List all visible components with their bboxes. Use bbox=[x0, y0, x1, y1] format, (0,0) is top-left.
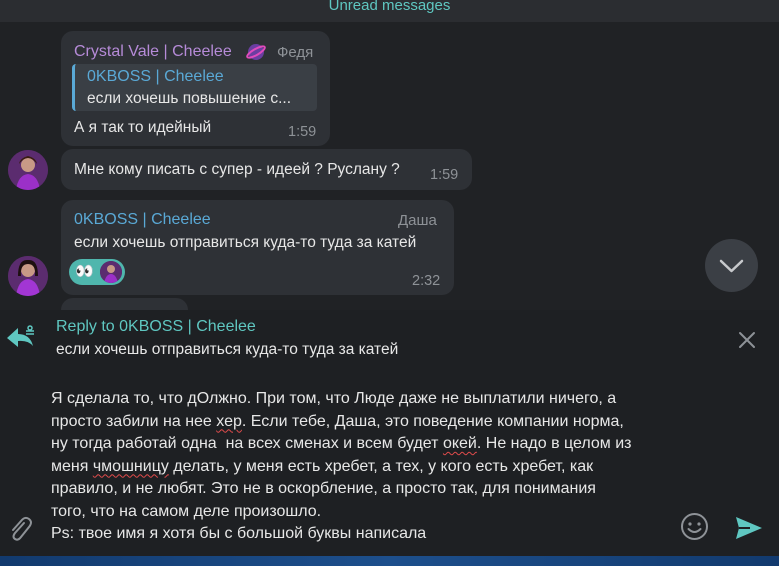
misspelled-word: хер bbox=[216, 412, 242, 430]
planet-emoji-icon bbox=[246, 44, 266, 60]
send-icon[interactable] bbox=[734, 515, 764, 541]
misspelled-word: чмошницу bbox=[92, 457, 169, 475]
close-icon[interactable] bbox=[736, 329, 758, 351]
draft-text: . Если тебе, Даша, это поведение компани… bbox=[241, 412, 624, 430]
attach-icon[interactable] bbox=[7, 514, 33, 544]
scroll-down-button[interactable] bbox=[705, 239, 758, 292]
os-taskbar bbox=[0, 556, 779, 566]
eyes-emoji-icon: 👀 bbox=[75, 263, 94, 280]
misspelled-word: окей bbox=[442, 435, 477, 452]
chevron-down-icon bbox=[719, 259, 744, 273]
draft-text: меня bbox=[51, 457, 93, 475]
avatar[interactable] bbox=[8, 150, 48, 190]
reply-to-label: Reply to 0KBOSS | Cheelee bbox=[56, 318, 256, 335]
quoted-message[interactable]: 0KBOSS | Cheelee если хочешь повышение с… bbox=[72, 64, 317, 111]
draft-text: . Не надо в целом из bbox=[476, 435, 632, 452]
draft-line: просто забили на нее хер. Если тебе, Даш… bbox=[51, 411, 671, 434]
member-rank: Даша bbox=[398, 212, 437, 229]
member-rank: Федя bbox=[277, 44, 314, 61]
quoted-sender: 0KBOSS | Cheelee bbox=[87, 68, 224, 85]
message-time: 1:59 bbox=[430, 167, 459, 183]
message-time: 2:32 bbox=[412, 273, 441, 289]
message-text: А я так то идейный bbox=[74, 119, 212, 136]
message-text: Мне кому писать с супер - идеей ? Руслан… bbox=[74, 161, 400, 178]
message-bubble[interactable]: Мне кому писать с супер - идеей ? Руслан… bbox=[61, 149, 472, 190]
chat-area: Unread messages Crystal Vale | Cheelee Ф… bbox=[0, 0, 779, 310]
reply-arrow-icon bbox=[7, 325, 34, 347]
avatar[interactable] bbox=[8, 256, 48, 296]
sender-name[interactable]: 0KBOSS | Cheelee bbox=[74, 211, 211, 229]
draft-line: Ps: твое имя я хотя бы с большой буквы н… bbox=[51, 525, 427, 542]
message-text: если хочешь отправиться куда-то туда за … bbox=[74, 234, 417, 251]
quoted-text: если хочешь повышение с... bbox=[87, 90, 292, 107]
draft-line: Я сделала то, что дОлжно. При том, что Л… bbox=[51, 390, 617, 407]
draft-text: просто забили на нее bbox=[51, 412, 217, 430]
emoji-icon[interactable] bbox=[680, 512, 709, 541]
draft-line: правило, и не любят. Это не в оскорблени… bbox=[51, 480, 596, 497]
message-bubble[interactable]: Crystal Vale | Cheelee Федя 0KBOSS | Che… bbox=[61, 31, 330, 146]
message-bubble[interactable] bbox=[61, 298, 188, 310]
reactor-avatar bbox=[100, 261, 122, 283]
reaction-chip[interactable]: 👀 bbox=[69, 259, 125, 285]
draft-line: ну тогда работай одна на всех сменах и в… bbox=[51, 433, 671, 456]
draft-line: меня чмошницу делать, у меня есть хребет… bbox=[51, 456, 671, 479]
message-input[interactable]: Я сделала то, что дОлжно. При том, что Л… bbox=[51, 388, 671, 546]
message-bubble[interactable]: 0KBOSS | Cheelee Даша если хочешь отправ… bbox=[61, 200, 454, 295]
message-composer: Reply to 0KBOSS | Cheelee если хочешь от… bbox=[0, 310, 779, 556]
unread-messages-bar: Unread messages bbox=[0, 0, 779, 22]
reply-preview-text: если хочешь отправиться куда-то туда за … bbox=[56, 341, 399, 358]
sender-name[interactable]: Crystal Vale | Cheelee bbox=[74, 43, 232, 61]
draft-text: ну тогда работай одна на всех сменах и в… bbox=[51, 435, 443, 452]
draft-line: того, что на самом деле произошло. bbox=[51, 502, 322, 520]
message-time: 1:59 bbox=[288, 124, 317, 140]
draft-text: делать, у меня есть хребет, а тех, у ког… bbox=[168, 457, 594, 475]
